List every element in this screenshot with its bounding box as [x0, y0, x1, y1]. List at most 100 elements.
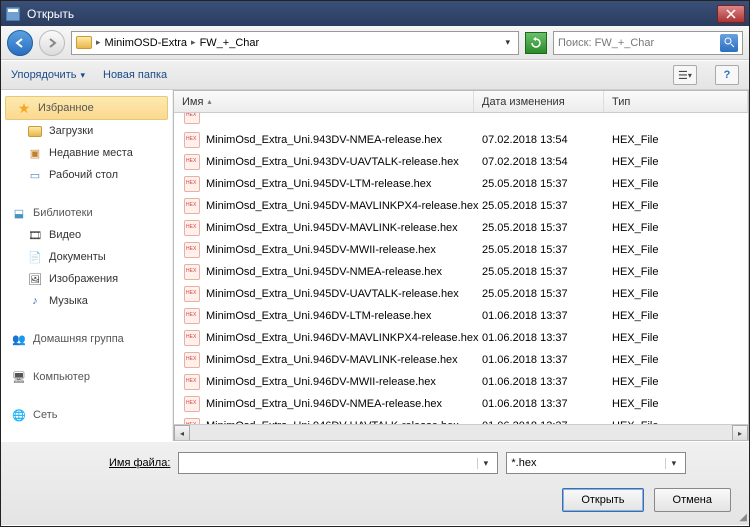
- sidebar-libraries[interactable]: ⬓Библиотеки: [1, 202, 172, 224]
- help-button[interactable]: ?: [715, 65, 739, 85]
- table-row[interactable]: MinimOsd_Extra_Uni.945DV-MAVLINK-release…: [174, 217, 748, 239]
- file-date: 01.06.2018 13:37: [482, 332, 612, 344]
- file-type: HEX_File: [612, 420, 748, 424]
- hex-file-icon: [184, 154, 200, 170]
- hex-file-icon: [184, 330, 200, 346]
- file-name: MinimOsd_Extra_Uni.943DV-NMEA-release.he…: [206, 134, 482, 146]
- documents-icon: 📄: [27, 249, 43, 265]
- hex-file-icon: [184, 176, 200, 192]
- breadcrumb[interactable]: ▸ MinimOSD-Extra ▸ FW_+_Char ▾: [71, 31, 519, 55]
- file-date: 01.06.2018 13:37: [482, 420, 612, 424]
- file-type: HEX_File: [612, 222, 748, 234]
- sidebar-video[interactable]: 🎞Видео: [1, 224, 172, 246]
- table-row[interactable]: MinimOsd_Extra_Uni.946DV-NMEA-release.he…: [174, 393, 748, 415]
- sidebar-recent[interactable]: ▣Недавние места: [1, 142, 172, 164]
- table-row[interactable]: MinimOsd_Extra_Uni.945DV-UAVTALK-release…: [174, 283, 748, 305]
- sidebar-desktop[interactable]: ▭Рабочий стол: [1, 164, 172, 186]
- chevron-down-icon[interactable]: ▾: [665, 458, 681, 469]
- table-row[interactable]: MinimOsd_Extra_Uni.946DV-LTM-release.hex…: [174, 305, 748, 327]
- hex-file-icon: [184, 264, 200, 280]
- scroll-track[interactable]: [190, 425, 732, 440]
- table-row[interactable]: MinimOsd_Extra_Uni.945DV-MAVLINKPX4-rele…: [174, 195, 748, 217]
- table-row[interactable]: MinimOsd_Extra_Uni.945DV-LTM-release.hex…: [174, 173, 748, 195]
- table-row[interactable]: MinimOsd_Extra_Uni.945DV-MWII-release.he…: [174, 239, 748, 261]
- view-options-button[interactable]: ☰ ▾: [673, 65, 697, 85]
- file-date: 01.06.2018 13:37: [482, 398, 612, 410]
- hex-file-icon: [184, 198, 200, 214]
- hex-file-icon: [184, 242, 200, 258]
- path-dropdown[interactable]: ▾: [501, 37, 514, 48]
- music-icon: ♪: [27, 293, 43, 309]
- file-name: MinimOsd_Extra_Uni.945DV-UAVTALK-release…: [206, 288, 482, 300]
- chevron-right-icon: ▸: [191, 37, 196, 48]
- file-type: HEX_File: [612, 266, 748, 278]
- search-icon[interactable]: [720, 34, 738, 52]
- table-row[interactable]: MinimOsd_Extra_Uni.946DV-MWII-release.he…: [174, 371, 748, 393]
- folder-icon: [76, 36, 92, 49]
- open-button[interactable]: Открыть: [562, 488, 643, 512]
- chevron-right-icon: ▸: [96, 37, 101, 48]
- forward-button[interactable]: [39, 30, 65, 56]
- sidebar-computer[interactable]: 🖥Компьютер: [1, 366, 172, 388]
- col-type[interactable]: Тип: [604, 91, 748, 112]
- path-segment-2[interactable]: FW_+_Char: [200, 37, 260, 49]
- titlebar: Открыть: [1, 1, 749, 26]
- sidebar-homegroup[interactable]: 👥Домашняя группа: [1, 328, 172, 350]
- nav-bar: ▸ MinimOSD-Extra ▸ FW_+_Char ▾ Поиск: FW…: [1, 26, 749, 60]
- chevron-down-icon[interactable]: ▾: [477, 458, 493, 469]
- desktop-icon: ▭: [27, 167, 43, 183]
- cancel-button[interactable]: Отмена: [654, 488, 731, 512]
- hex-file-icon: [184, 418, 200, 424]
- images-icon: 🖼: [27, 271, 43, 287]
- file-date: 25.05.2018 15:37: [482, 266, 612, 278]
- resize-grip[interactable]: ◢: [739, 512, 747, 523]
- table-row[interactable]: MinimOsd_Extra_Uni.946DV-MAVLINKPX4-rele…: [174, 327, 748, 349]
- file-name: MinimOsd_Extra_Uni.945DV-MAVLINK-release…: [206, 222, 482, 234]
- col-date[interactable]: Дата изменения: [474, 91, 604, 112]
- table-row[interactable]: MinimOsd_Extra_Uni.943DV-UAVTALK-release…: [174, 151, 748, 173]
- computer-icon: 🖥: [11, 369, 27, 385]
- window-title: Открыть: [27, 7, 717, 21]
- table-row[interactable]: MinimOsd_Extra_Uni.943DV-NMEA-release.he…: [174, 129, 748, 151]
- refresh-button[interactable]: [525, 32, 547, 54]
- sidebar-images[interactable]: 🖼Изображения: [1, 268, 172, 290]
- hex-file-icon: [184, 132, 200, 148]
- column-headers: Имя ▴ Дата изменения Тип: [174, 91, 748, 113]
- chevron-down-icon: ▾: [80, 70, 85, 81]
- file-type: HEX_File: [612, 310, 748, 322]
- sidebar-downloads[interactable]: Загрузки: [1, 120, 172, 142]
- folder-icon: [28, 126, 42, 137]
- hex-file-icon: [184, 374, 200, 390]
- filetype-filter[interactable]: *.hex▾: [506, 452, 686, 474]
- scroll-right-arrow[interactable]: ▸: [732, 425, 748, 441]
- file-type: HEX_File: [612, 134, 748, 146]
- bottom-panel: Имя файла: ▾ *.hex▾ Открыть Отмена ◢: [1, 441, 749, 525]
- sidebar-network[interactable]: 🌐Сеть: [1, 404, 172, 426]
- table-row[interactable]: MinimOsd_Extra_Uni.946DV-MAVLINK-release…: [174, 349, 748, 371]
- filename-label: Имя файла:: [109, 457, 170, 469]
- back-button[interactable]: [7, 30, 33, 56]
- close-button[interactable]: [717, 5, 745, 23]
- table-row[interactable]: MinimOsd_Extra_Uni.946DV-UAVTALK-release…: [174, 415, 748, 424]
- col-name[interactable]: Имя ▴: [174, 91, 474, 112]
- table-row[interactable]: [174, 113, 748, 127]
- sidebar-favorites[interactable]: ★Избранное: [5, 96, 168, 120]
- path-segment-1[interactable]: MinimOSD-Extra: [105, 37, 188, 49]
- filename-input[interactable]: ▾: [178, 452, 498, 474]
- search-label: Поиск: FW_+_Char: [558, 37, 654, 49]
- sidebar-music[interactable]: ♪Музыка: [1, 290, 172, 312]
- new-folder-button[interactable]: Новая папка: [103, 69, 167, 81]
- organize-menu[interactable]: Упорядочить ▾: [11, 69, 85, 81]
- horizontal-scrollbar[interactable]: ◂ ▸: [174, 424, 748, 440]
- file-name: MinimOsd_Extra_Uni.946DV-MAVLINKPX4-rele…: [206, 332, 482, 344]
- search-input[interactable]: Поиск: FW_+_Char: [553, 31, 743, 55]
- file-type: HEX_File: [612, 398, 748, 410]
- sidebar-documents[interactable]: 📄Документы: [1, 246, 172, 268]
- file-date: 25.05.2018 15:37: [482, 200, 612, 212]
- homegroup-icon: 👥: [11, 331, 27, 347]
- table-row[interactable]: MinimOsd_Extra_Uni.945DV-NMEA-release.he…: [174, 261, 748, 283]
- scroll-left-arrow[interactable]: ◂: [174, 425, 190, 441]
- libraries-icon: ⬓: [11, 205, 27, 221]
- star-icon: ★: [16, 100, 32, 116]
- sidebar: ★Избранное Загрузки ▣Недавние места ▭Раб…: [1, 90, 173, 441]
